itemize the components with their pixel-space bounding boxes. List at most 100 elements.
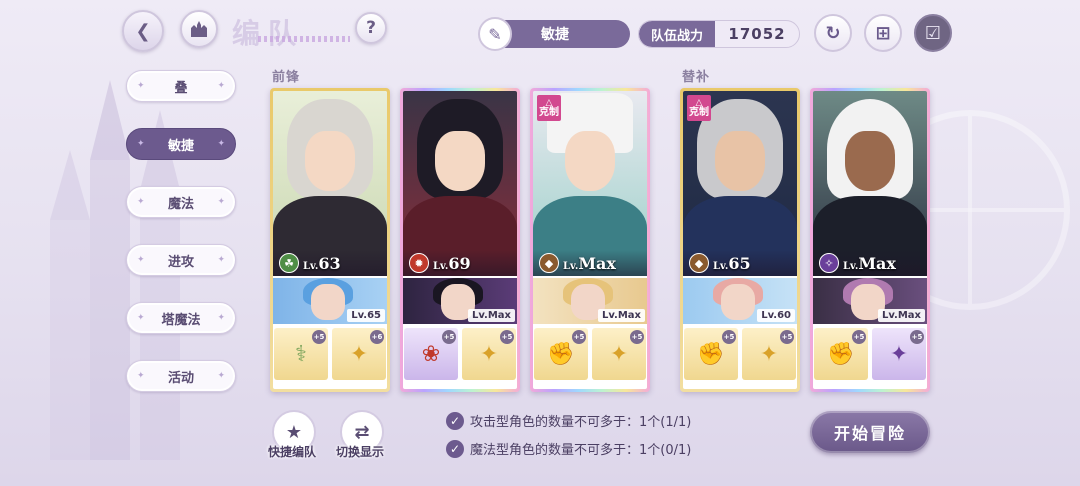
- level-value: Max: [858, 253, 896, 273]
- support-level: Lv.Max: [597, 309, 645, 322]
- equipment-slot[interactable]: ⚕ +5: [274, 328, 328, 380]
- red-flame-icon: ✹: [409, 253, 429, 273]
- front-section-label: 前锋: [272, 70, 301, 85]
- level-value: 65: [728, 253, 751, 273]
- support-level: Lv.65: [347, 309, 385, 322]
- level-bar: ✹ Lv.69: [403, 250, 517, 276]
- staff-icon: ⚕: [295, 341, 307, 367]
- equipment-slot[interactable]: ✦ +5: [462, 328, 516, 380]
- character-portrait: ✹ Lv.69: [403, 91, 517, 276]
- substitute-section-label: 替补: [682, 70, 711, 85]
- team-rule-magic: ✓ 魔法型角色的数量不可多于：1个(0/1): [446, 439, 691, 458]
- gauntlet-icon: ✊: [547, 341, 575, 367]
- counter-badge: △ 克制: [537, 95, 561, 121]
- character-card-2[interactable]: ✹ Lv.69 Lv.Max ❀ +5 ✦ +5: [400, 88, 520, 392]
- refresh-button[interactable]: ↻: [814, 14, 852, 52]
- support-card[interactable]: Lv.60: [683, 278, 797, 324]
- gem-icon: ✦: [479, 341, 499, 367]
- character-card-1[interactable]: ☘ Lv.63 Lv.65 ⚕ +5 ✦ +6: [270, 88, 390, 392]
- tab-attack[interactable]: 进攻: [126, 244, 236, 276]
- gauntlet-icon: ✊: [697, 341, 725, 367]
- swap-arrows-icon: ⇄: [354, 421, 370, 443]
- enhance-badge: +5: [500, 330, 514, 344]
- page-title: 编队: [232, 17, 305, 50]
- add-formation-button[interactable]: ⊞: [864, 14, 902, 52]
- help-button[interactable]: ?: [355, 12, 387, 44]
- level-prefix: Lv.: [713, 260, 729, 272]
- enhance-badge: +5: [852, 330, 866, 344]
- add-document-icon: ⊞: [875, 22, 891, 44]
- enhance-badge: +5: [780, 330, 794, 344]
- team-power-display: 队伍战力 17052: [638, 20, 800, 48]
- team-power-value: 17052: [728, 25, 786, 43]
- level-prefix: Lv.: [563, 260, 579, 272]
- tab-tower-magic[interactable]: 塔魔法: [126, 302, 236, 334]
- level-value: 63: [318, 253, 341, 273]
- level-bar: ☘ Lv.63: [273, 250, 387, 276]
- team-power-label: 队伍战力: [639, 21, 716, 47]
- scepter-icon: ❀: [421, 341, 441, 367]
- switch-display-label: 切换显示: [336, 445, 385, 459]
- enhance-badge: +5: [910, 330, 924, 344]
- level-prefix: Lv.: [843, 260, 859, 272]
- level-prefix: Lv.: [303, 260, 319, 272]
- equipment-slot[interactable]: ✦ +6: [332, 328, 386, 380]
- level-bar: ✧ Lv.Max: [813, 250, 927, 276]
- refresh-icon: ↻: [825, 22, 841, 44]
- character-portrait: △ 克制 ◆ Lv.Max: [533, 91, 647, 276]
- team-rule-attack: ✓ 攻击型角色的数量不可多于：1个(1/1): [446, 411, 691, 430]
- counter-badge: △ 克制: [687, 95, 711, 121]
- equipment-slot[interactable]: ✦ +5: [592, 328, 646, 380]
- tab-magic[interactable]: 魔法: [126, 186, 236, 218]
- enhance-badge: +5: [312, 330, 326, 344]
- enhance-badge: +5: [572, 330, 586, 344]
- start-adventure-button[interactable]: 开始冒险: [810, 411, 930, 453]
- level-bar: ◆ Lv.65: [683, 250, 797, 276]
- equipment-slot[interactable]: ✊ +5: [684, 328, 738, 380]
- checklist-icon: ☑: [924, 22, 942, 44]
- support-card[interactable]: Lv.65: [273, 278, 387, 324]
- brown-earth-icon: ◆: [539, 253, 559, 273]
- support-card[interactable]: Lv.Max: [813, 278, 927, 324]
- castle-home-icon: [191, 21, 207, 37]
- brown-earth-icon: ◆: [689, 253, 709, 273]
- star-bookmark-icon: ★: [285, 421, 303, 443]
- enhance-badge: +5: [722, 330, 736, 344]
- attribute-selector[interactable]: ✎ 敏捷: [478, 17, 630, 51]
- support-card[interactable]: Lv.Max: [533, 278, 647, 324]
- tab-stack[interactable]: 叠: [126, 70, 236, 102]
- purple-gem-icon: ✦: [889, 341, 909, 367]
- enhance-badge: +5: [630, 330, 644, 344]
- character-portrait: ✧ Lv.Max: [813, 91, 927, 276]
- character-card-5[interactable]: ✧ Lv.Max Lv.Max ✊ +5 ✦ +5: [810, 88, 930, 392]
- feather-icon: ✎: [478, 17, 512, 51]
- title-decoration: [258, 36, 350, 42]
- gem-icon: ✦: [609, 341, 629, 367]
- character-portrait: △ 克制 ◆ Lv.65: [683, 91, 797, 276]
- equipment-slot[interactable]: ✊ +5: [814, 328, 868, 380]
- attribute-label: 敏捷: [541, 27, 569, 43]
- notes-button[interactable]: ☑: [914, 14, 952, 52]
- gauntlet-icon: ✊: [827, 341, 855, 367]
- equipment-slot[interactable]: ✊ +5: [534, 328, 588, 380]
- check-icon: ✓: [446, 411, 464, 430]
- back-arrow-icon: ❮: [135, 20, 151, 42]
- tab-event[interactable]: 活动: [126, 360, 236, 392]
- enhance-badge: +6: [370, 330, 384, 344]
- level-value: 69: [448, 253, 471, 273]
- back-button[interactable]: ❮: [122, 10, 164, 52]
- gem-icon: ✦: [759, 341, 779, 367]
- level-bar: ◆ Lv.Max: [533, 250, 647, 276]
- support-card[interactable]: Lv.Max: [403, 278, 517, 324]
- support-level: Lv.Max: [467, 309, 515, 322]
- character-card-3[interactable]: △ 克制 ◆ Lv.Max Lv.Max ✊ +5 ✦ +5: [530, 88, 650, 392]
- home-button[interactable]: [180, 10, 218, 48]
- character-card-4[interactable]: △ 克制 ◆ Lv.65 Lv.60 ✊ +5 ✦ +5: [680, 88, 800, 392]
- equipment-slot[interactable]: ✦ +5: [742, 328, 796, 380]
- equipment-slot[interactable]: ❀ +5: [404, 328, 458, 380]
- tab-agility[interactable]: 敏捷: [126, 128, 236, 160]
- check-icon: ✓: [446, 439, 464, 458]
- level-prefix: Lv.: [433, 260, 449, 272]
- question-mark-icon: ?: [366, 18, 376, 38]
- equipment-slot[interactable]: ✦ +5: [872, 328, 926, 380]
